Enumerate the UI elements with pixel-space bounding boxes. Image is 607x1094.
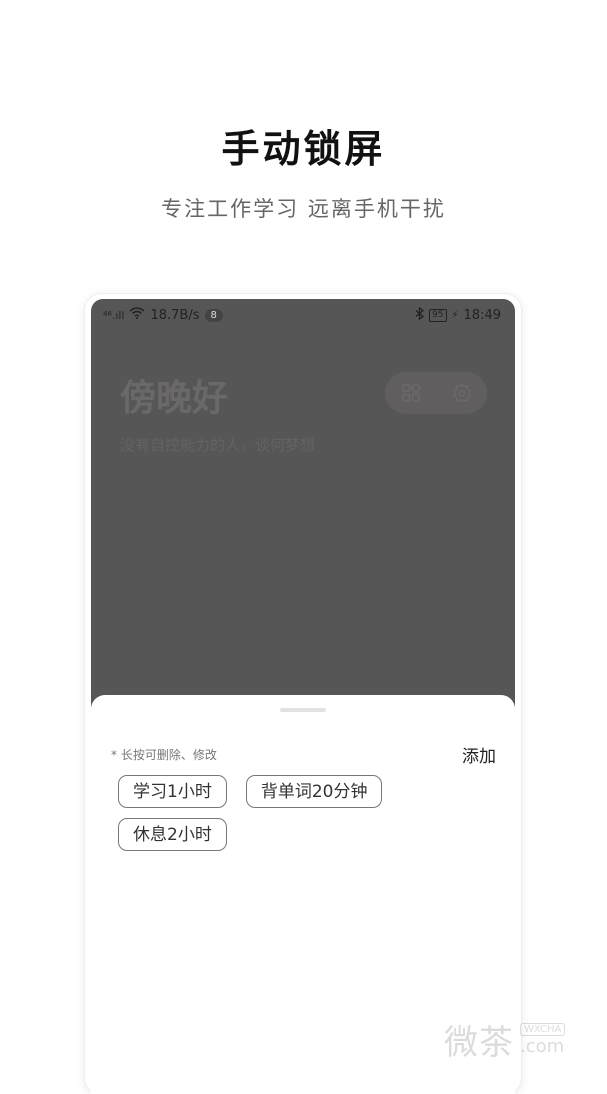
preset-chip[interactable]: 休息2小时 bbox=[118, 818, 227, 851]
status-bar: ⁴⁶.ıll 18.7B/s 8 95 ⚡ 18:49 bbox=[91, 299, 515, 329]
phone-frame: ⁴⁶.ıll 18.7B/s 8 95 ⚡ 18:49 傍晚好 没有自控能力的人… bbox=[85, 294, 521, 1094]
watermark-logo: 微茶 bbox=[444, 1023, 514, 1063]
cellular-signal-icon: ⁴⁶.ıll bbox=[103, 308, 125, 322]
clock: 18:49 bbox=[463, 308, 501, 323]
battery-icon: 95 bbox=[429, 309, 447, 322]
promo-subtitle: 专注工作学习 远离手机干扰 bbox=[161, 197, 446, 221]
charging-icon: ⚡ bbox=[451, 310, 459, 321]
promo-title: 手动锁屏 bbox=[221, 127, 386, 171]
watermark-domain: .com bbox=[520, 1035, 565, 1057]
sheet-drag-handle[interactable] bbox=[280, 708, 326, 712]
gear-icon[interactable] bbox=[450, 381, 474, 405]
grid-icon[interactable] bbox=[399, 381, 423, 405]
network-speed: 18.7B/s bbox=[150, 307, 200, 323]
wifi-icon bbox=[129, 307, 145, 323]
preset-chip[interactable]: 背单词20分钟 bbox=[245, 775, 383, 808]
preset-chip-list: 学习1小时 背单词20分钟 休息2小时 bbox=[118, 775, 498, 851]
greeting-title: 傍晚好 bbox=[120, 378, 229, 419]
notification-badge: 8 bbox=[204, 308, 223, 322]
toolbar-pill bbox=[385, 372, 487, 414]
edit-hint: * 长按可删除、修改 bbox=[111, 748, 217, 762]
motto-text: 没有自控能力的人，谈何梦想 bbox=[120, 436, 316, 454]
add-button[interactable]: 添加 bbox=[462, 742, 496, 767]
watermark-tag: WXCHA bbox=[520, 1022, 566, 1036]
preset-chip[interactable]: 学习1小时 bbox=[118, 775, 227, 808]
app-screen: ⁴⁶.ıll 18.7B/s 8 95 ⚡ 18:49 傍晚好 没有自控能力的人… bbox=[91, 299, 515, 1094]
watermark: 微茶 WXCHA .com bbox=[444, 1015, 566, 1064]
bluetooth-icon bbox=[415, 306, 425, 324]
